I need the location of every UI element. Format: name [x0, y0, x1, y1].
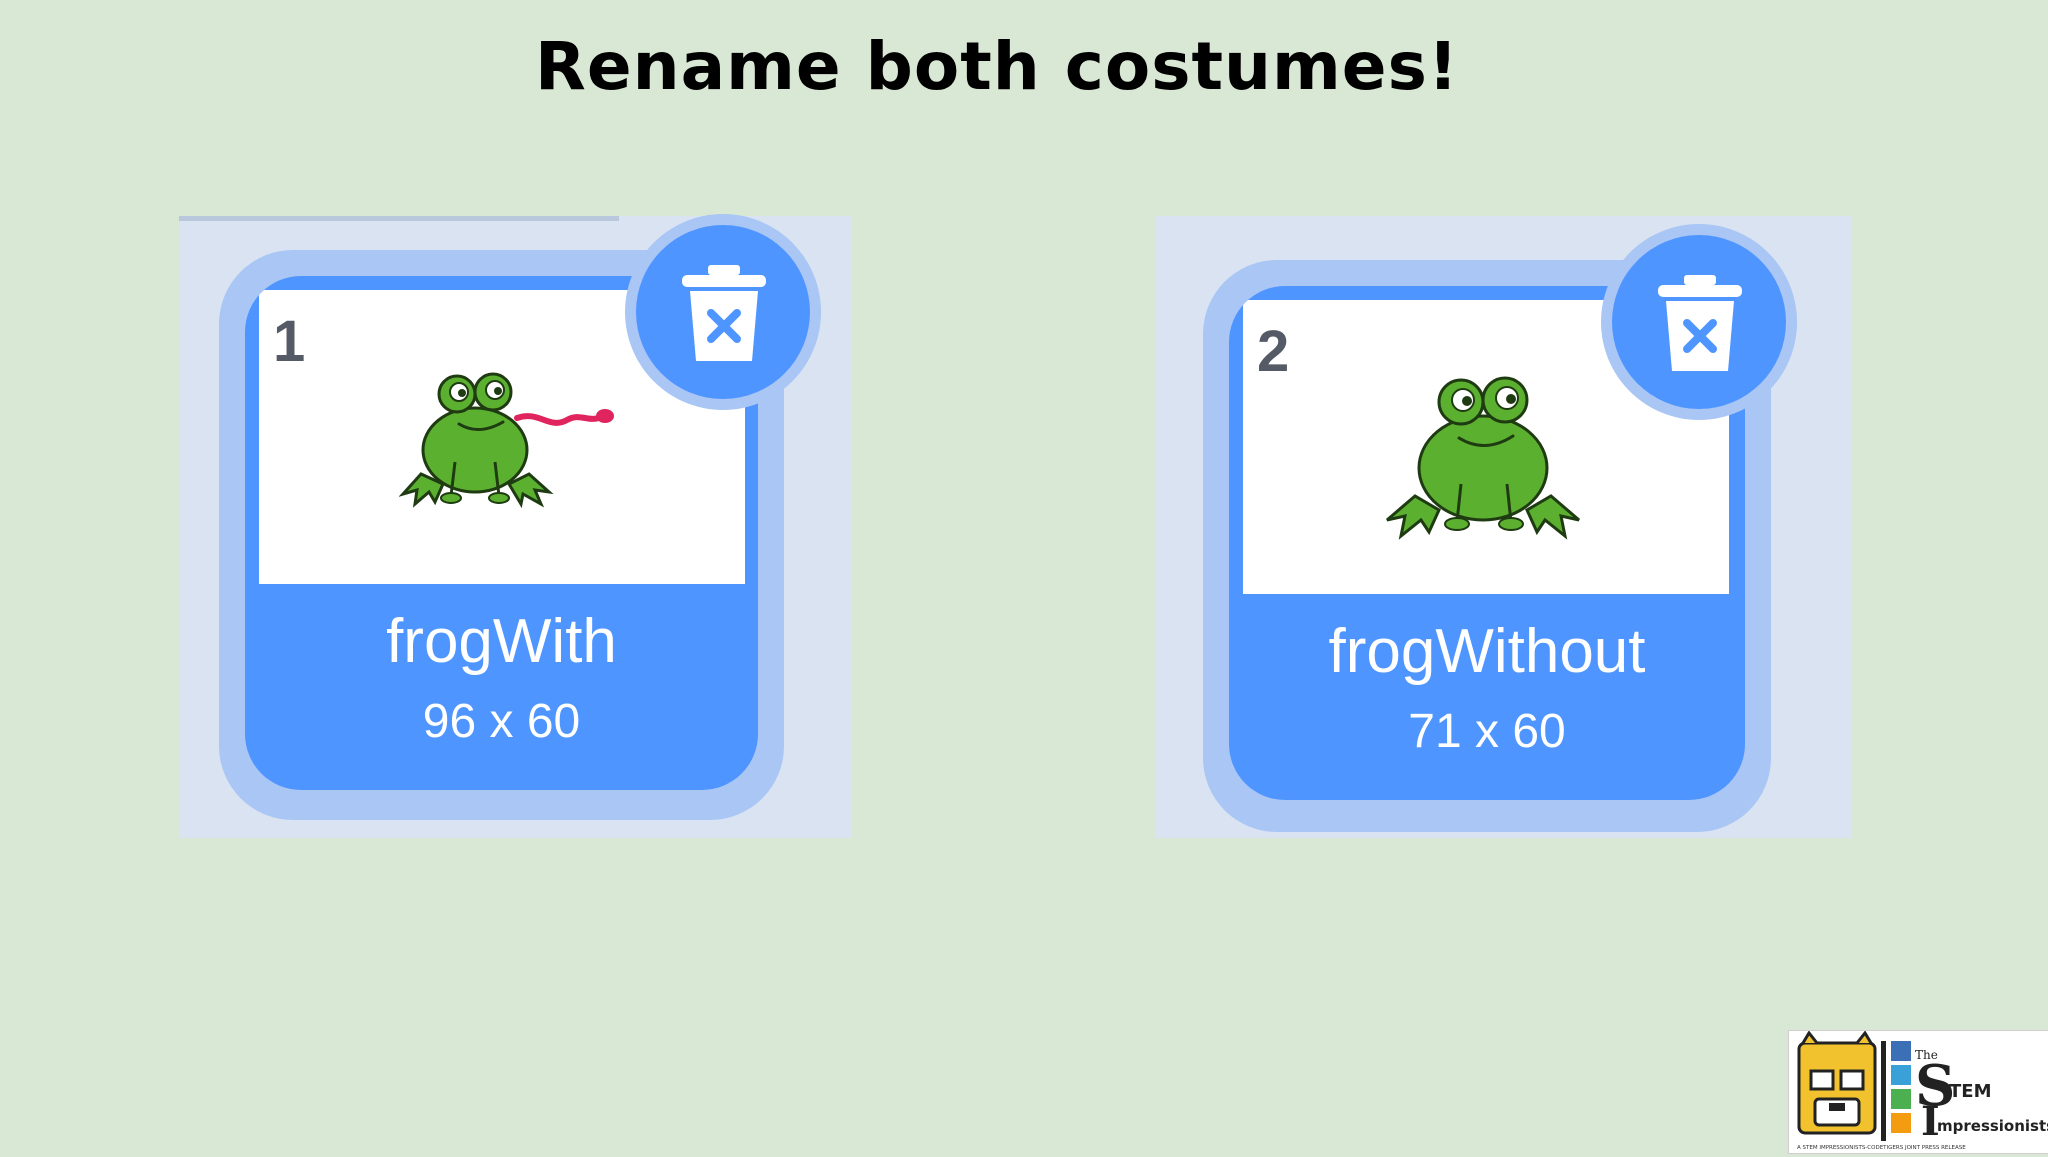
logo-tagline: A STEM IMPRESSIONISTS-CODETIGERS JOINT P…	[1797, 1145, 1966, 1151]
costume-name-1: frogWith	[386, 607, 617, 676]
costume-number-1: 1	[273, 309, 306, 374]
costume-panel-2: 2 frogWithout 71 x 60	[1155, 216, 1852, 838]
logo-graphic: The S TEM I mpressionists A STEM IMPRESS…	[1797, 1030, 2048, 1151]
logo-tem-text: TEM	[1949, 1081, 1992, 1102]
costume-size-2: 71 x 60	[1408, 705, 1566, 758]
delete-costume-button-2[interactable]	[1612, 235, 1786, 409]
stem-impressionists-logo: The S TEM I mpressionists A STEM IMPRESS…	[1788, 1030, 2048, 1154]
costume-name-2: frogWithout	[1328, 617, 1646, 686]
trash-icon	[1658, 275, 1742, 371]
costume-number-2: 2	[1257, 319, 1290, 384]
costume-size-1: 96 x 60	[422, 695, 581, 748]
delete-costume-button-1[interactable]	[636, 225, 810, 399]
logo-impressionists-text: mpressionists	[1937, 1117, 2048, 1135]
costume-panel-1: 1 frogWith 96 x 60	[179, 214, 852, 838]
frog-icon	[1386, 376, 1580, 540]
slide-title: Rename both costumes!	[535, 28, 1459, 105]
panel-divider	[179, 216, 619, 221]
delete-button-halo	[625, 214, 821, 410]
frog-with-tongue-icon	[399, 372, 614, 509]
delete-button-halo	[1601, 224, 1797, 420]
trash-icon	[682, 265, 766, 361]
